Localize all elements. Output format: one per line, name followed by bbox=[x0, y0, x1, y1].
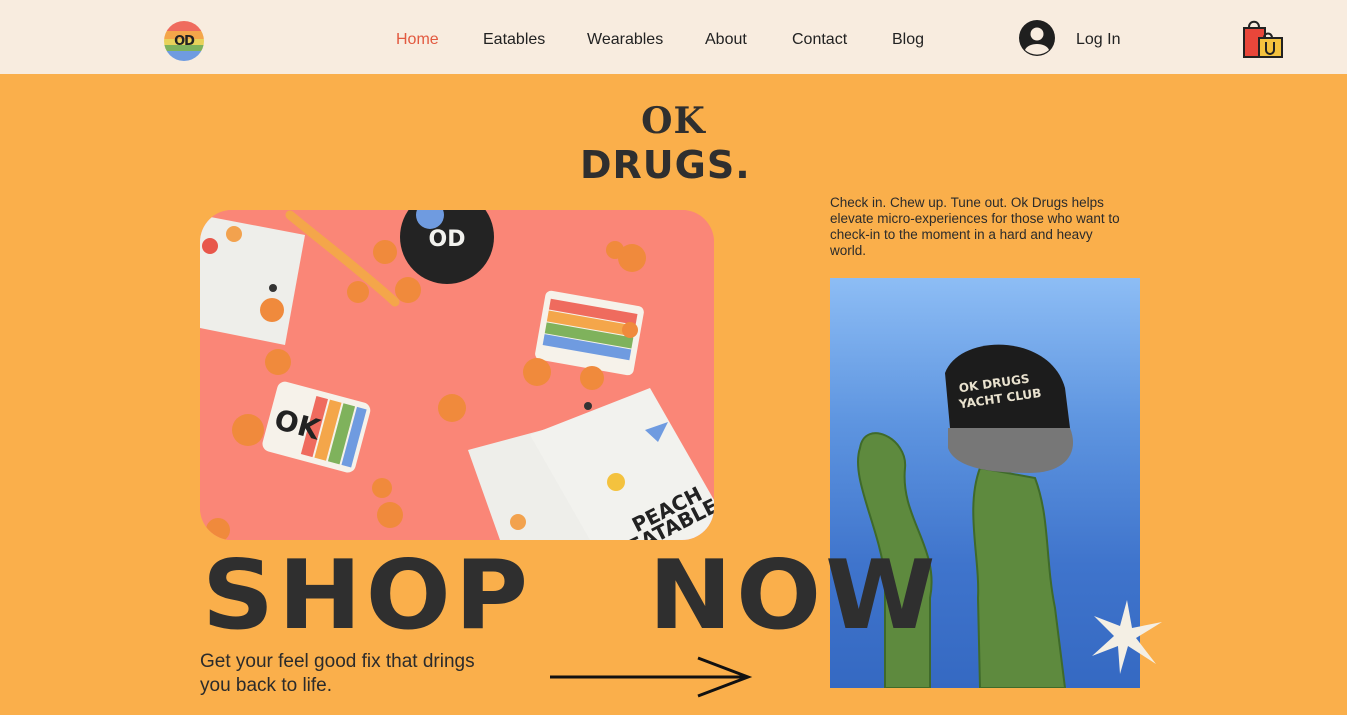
nav-wearables[interactable]: Wearables bbox=[587, 31, 663, 49]
brand-title-line1: OK bbox=[641, 100, 706, 142]
nav-home[interactable]: Home bbox=[396, 31, 439, 49]
nav-contact[interactable]: Contact bbox=[792, 31, 847, 49]
brand-title-line2: DRUGS. bbox=[580, 143, 751, 187]
site-header: OD Home Eatables Wearables About Contact… bbox=[0, 0, 1347, 74]
logo-text: OD bbox=[174, 33, 195, 49]
right-arrow-icon[interactable] bbox=[548, 654, 754, 700]
shop-now-headline[interactable]: SHOP NOW bbox=[202, 548, 935, 643]
nav-eatables[interactable]: Eatables bbox=[483, 31, 545, 49]
trucker-hat: OK DRUGS YACHT CLUB bbox=[945, 344, 1074, 473]
hero-product-image: PEACH EATABLES OD OK bbox=[200, 210, 714, 540]
site-logo[interactable]: OD bbox=[164, 21, 204, 61]
intro-paragraph: Check in. Chew up. Tune out. Ok Drugs he… bbox=[830, 195, 1120, 258]
shopping-bag-icon[interactable] bbox=[1241, 19, 1285, 59]
nav-blog[interactable]: Blog bbox=[892, 31, 924, 49]
gummies-flatlay-illustration: PEACH EATABLES OD OK bbox=[200, 210, 714, 540]
user-avatar-icon[interactable] bbox=[1019, 20, 1055, 56]
cta-tagline: Get your feel good fix that drings you b… bbox=[200, 651, 475, 696]
login-link[interactable]: Log In bbox=[1076, 31, 1120, 49]
sparkle-icon bbox=[1092, 600, 1162, 674]
badge-text: OD bbox=[429, 227, 466, 252]
nav-about[interactable]: About bbox=[705, 31, 747, 49]
